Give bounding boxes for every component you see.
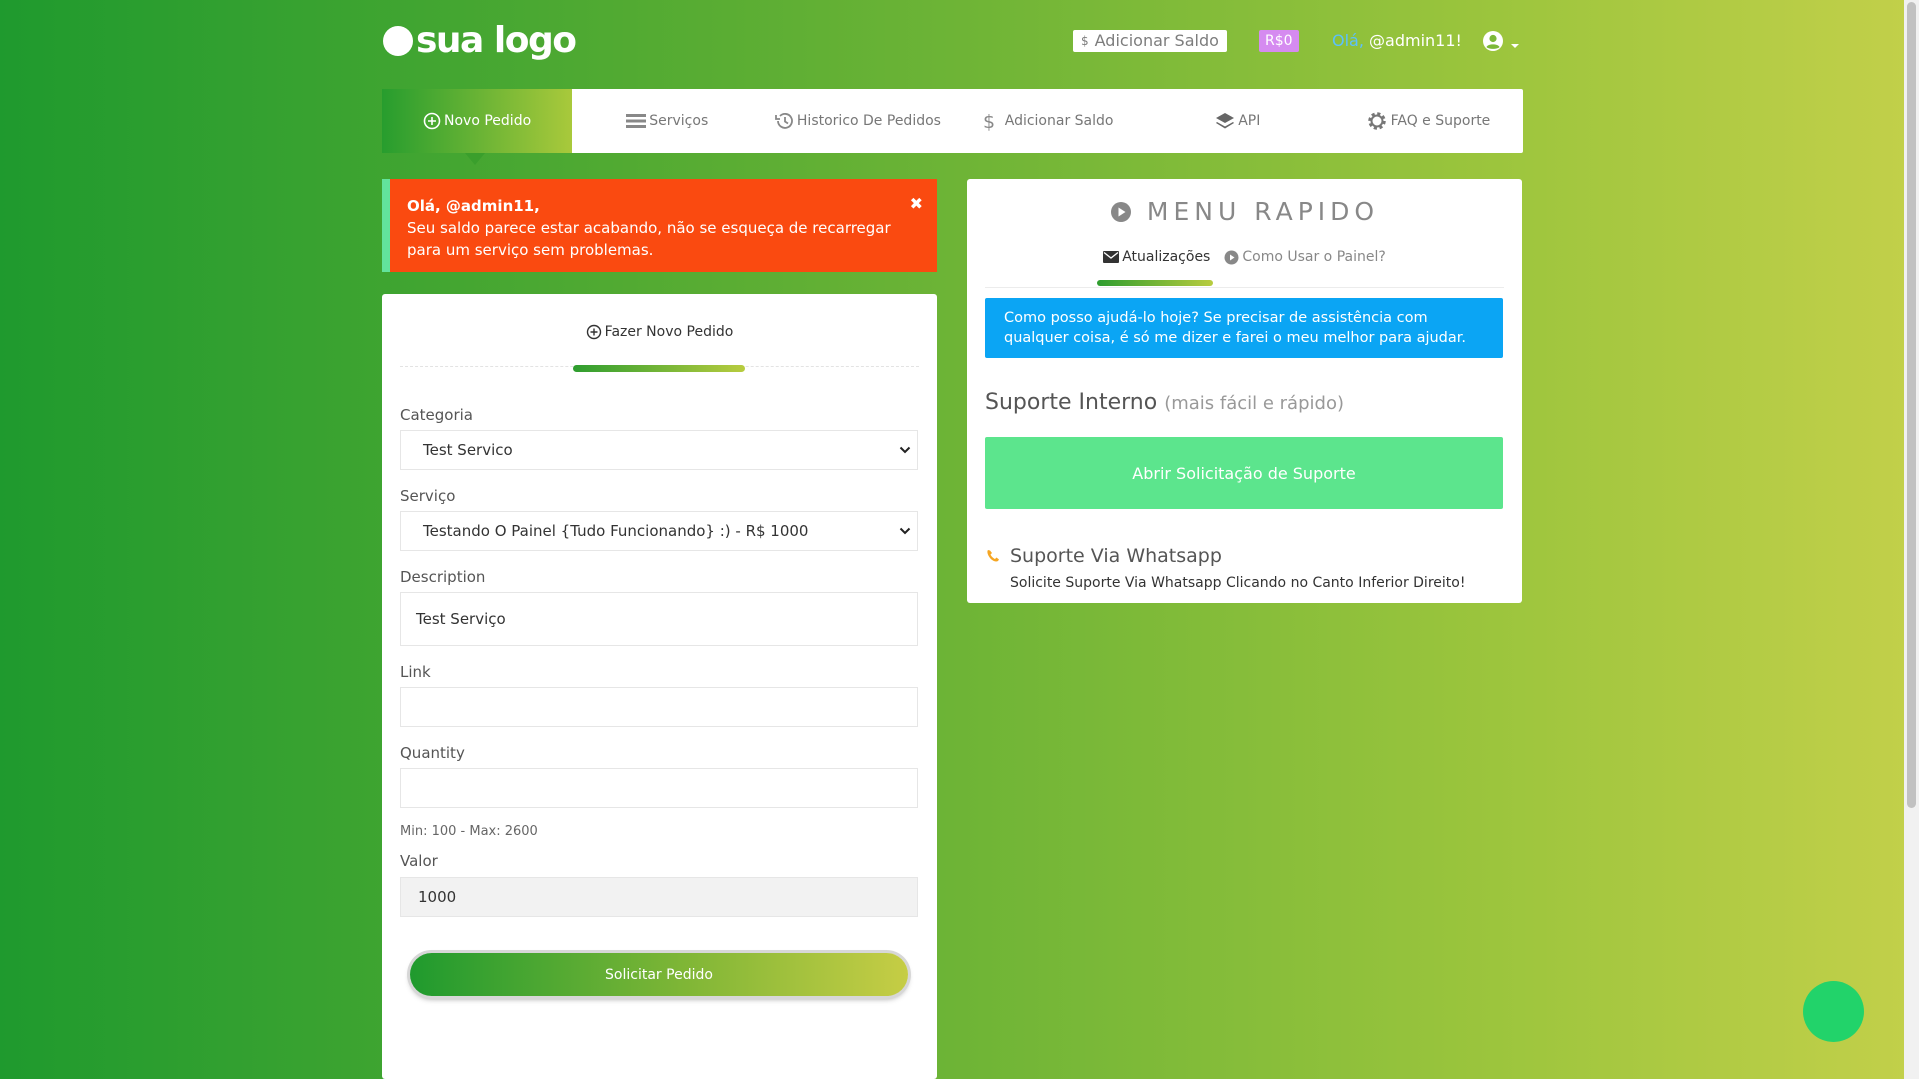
layers-icon: [1216, 113, 1235, 129]
nav-add-balance-label: Adicionar Saldo: [1004, 113, 1114, 129]
low-balance-alert: Olá, @admin11, Seu saldo parece estar ac…: [382, 179, 937, 272]
greeting-hi: Olá,: [1332, 31, 1364, 50]
gear-icon: [1367, 112, 1386, 130]
nav-services[interactable]: Serviços: [572, 89, 762, 153]
nav-order-history-label: Historico De Pedidos: [796, 113, 941, 129]
tab-new-order-label: Fazer Novo Pedido: [604, 324, 734, 340]
greeting-username: @admin11!: [1369, 31, 1462, 50]
envelope-icon: [1103, 251, 1120, 263]
history-icon: [775, 113, 793, 129]
quick-menu-tabs: Atualizações Como Usar o Painel?: [967, 249, 1522, 265]
caret-down-icon[interactable]: [1511, 44, 1519, 48]
nav-new-order[interactable]: Novo Pedido: [382, 89, 573, 165]
plus-circle-icon: [586, 324, 601, 340]
nav-services-label: Serviços: [649, 113, 709, 129]
servico-label: Serviço: [400, 487, 456, 505]
close-icon[interactable]: ✖: [910, 193, 923, 215]
whatsapp-float-button[interactable]: [1803, 981, 1864, 1042]
chevron-down-icon: [899, 527, 911, 535]
categoria-label: Categoria: [400, 406, 474, 424]
add-balance-label: Adicionar Saldo: [1094, 31, 1219, 50]
servico-select[interactable]: Testando O Painel {Tudo Funcionando} :) …: [400, 511, 918, 551]
open-support-ticket-button[interactable]: Abrir Solicitação de Suporte: [985, 437, 1503, 509]
active-tab-indicator: [573, 365, 745, 372]
nav-faq-support-label: FAQ e Suporte: [1390, 113, 1491, 129]
internal-support-heading: Suporte Interno: [985, 390, 1158, 415]
plus-circle-icon: [423, 112, 441, 130]
description-label: Description: [400, 568, 486, 586]
valor-label: Valor: [400, 852, 438, 870]
servico-value: Testando O Painel {Tudo Funcionando} :) …: [423, 522, 809, 540]
play-circle-icon: [1224, 250, 1239, 264]
page-scrollbar[interactable]: [1904, 0, 1919, 1079]
nav-new-order-label: Novo Pedido: [444, 113, 532, 129]
tab-updates-label: Atualizações: [1122, 249, 1211, 265]
tab-new-order[interactable]: Fazer Novo Pedido: [382, 324, 937, 340]
chevron-down-icon: [899, 446, 911, 454]
nav-order-history[interactable]: Historico De Pedidos: [762, 89, 952, 153]
nav-add-balance[interactable]: $ Adicionar Saldo: [953, 89, 1143, 153]
top-bar: sua logo $ Adicionar Saldo R$0 Olá, @adm…: [382, 0, 1523, 80]
quantity-hint: Min: 100 - Max: 2600: [400, 824, 538, 839]
dollar-icon: $: [983, 111, 995, 131]
quick-menu-card: MENU RAPIDO Atualizações Como Usar o Pai…: [967, 179, 1522, 603]
nav-api[interactable]: API: [1143, 89, 1333, 153]
main-nav: Novo Pedido Serviços Historico De Pedido…: [382, 89, 1523, 165]
nav-faq-support[interactable]: FAQ e Suporte: [1333, 89, 1523, 153]
add-balance-button[interactable]: $ Adicionar Saldo: [1073, 30, 1227, 52]
categoria-select[interactable]: Test Servico: [400, 430, 918, 470]
categoria-value: Test Servico: [423, 441, 513, 459]
quick-menu-title-text: MENU RAPIDO: [1146, 197, 1380, 226]
nav-api-label: API: [1238, 113, 1261, 129]
quick-menu-title: MENU RAPIDO: [967, 197, 1522, 226]
description-field[interactable]: Test Serviço: [400, 592, 918, 646]
alert-greeting: Olá, @admin11,: [407, 197, 540, 215]
tab-how-to-use[interactable]: Como Usar o Painel?: [1224, 249, 1386, 265]
description-value: Test Serviço: [416, 610, 506, 628]
play-circle-icon: [1110, 201, 1131, 222]
whatsapp-support-row: Suporte Via Whatsapp: [985, 545, 1222, 567]
help-info-box: Como posso ajudá-lo hoje? Se precisar de…: [985, 298, 1503, 358]
logo-text: sua logo: [416, 20, 577, 61]
tab-updates[interactable]: Atualizações: [1103, 249, 1210, 265]
whatsapp-support-title: Suporte Via Whatsapp: [1010, 545, 1222, 567]
internal-support-subtitle: (mais fácil e rápido): [1164, 393, 1344, 414]
valor-field: 1000: [400, 877, 918, 917]
whatsapp-support-description: Solicite Suporte Via Whatsapp Clicando n…: [1010, 575, 1466, 591]
quantity-input[interactable]: [400, 768, 918, 808]
list-icon: [626, 114, 647, 128]
internal-support-title: Suporte Interno (mais fácil e rápido): [985, 390, 1344, 415]
link-label: Link: [400, 663, 431, 681]
logo-circle-icon: [383, 25, 413, 56]
scrollbar-thumb[interactable]: [1907, 2, 1916, 808]
submit-order-button[interactable]: Solicitar Pedido: [410, 953, 908, 996]
valor-value: 1000: [418, 888, 457, 906]
new-order-card: Fazer Novo Pedido Categoria Test Servico…: [382, 294, 937, 1079]
alert-message: Seu saldo parece estar acabando, não se …: [407, 219, 891, 259]
phone-icon: [987, 550, 999, 562]
tab-how-to-use-label: Como Usar o Painel?: [1242, 249, 1386, 265]
logo[interactable]: sua logo: [383, 20, 577, 61]
user-circle-icon[interactable]: [1482, 30, 1504, 52]
link-input[interactable]: [400, 687, 918, 727]
active-tab-indicator: [1097, 280, 1213, 286]
user-greeting: Olá, @admin11!: [1332, 30, 1462, 52]
divider: [985, 287, 1504, 288]
dollar-icon: $: [1081, 34, 1089, 48]
svg-text:$: $: [983, 111, 995, 131]
balance-badge: R$0: [1259, 30, 1299, 52]
quantity-label: Quantity: [400, 744, 465, 762]
